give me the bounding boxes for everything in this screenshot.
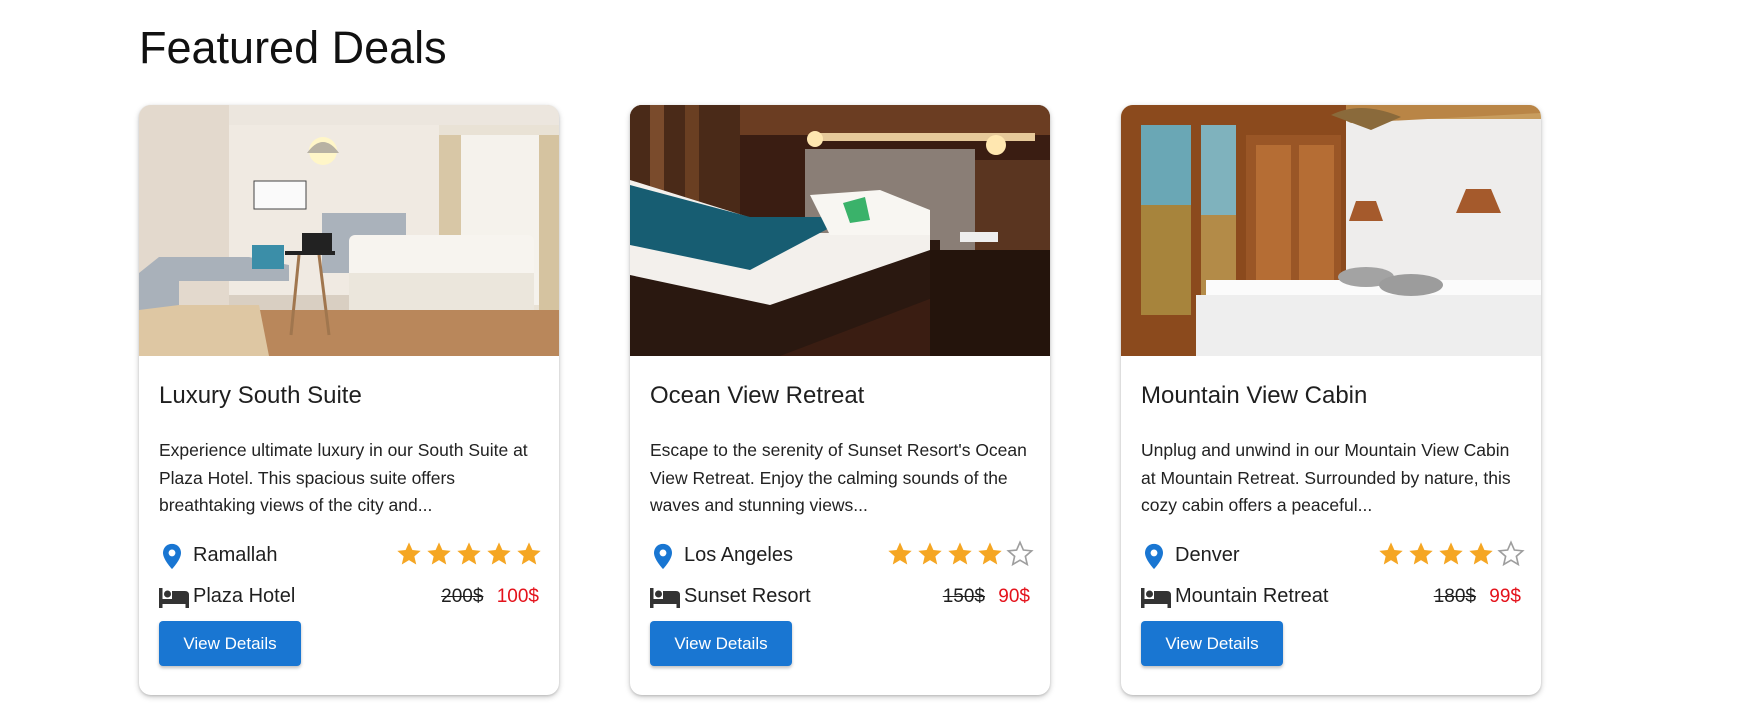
featured-deals-list: Luxury South Suite Experience ultimate l… (139, 105, 1541, 695)
star-filled-icon (1437, 540, 1465, 568)
price-group: 180$ 99$ (1434, 586, 1521, 608)
star-outline-icon (1006, 540, 1034, 568)
deal-description: Unplug and unwind in our Mountain View C… (1141, 440, 1511, 515)
star-rating (886, 540, 1034, 572)
deal-title[interactable]: Ocean View Retreat (650, 382, 864, 410)
view-details-button[interactable]: View Details (1141, 621, 1283, 666)
location-pin-icon (654, 543, 672, 570)
deal-image (630, 105, 1050, 356)
deal-title[interactable]: Mountain View Cabin (1141, 382, 1367, 410)
deal-description: Escape to the serenity of Sunset Resort'… (650, 440, 1027, 515)
deal-card: Ocean View Retreat Escape to the serenit… (630, 105, 1050, 695)
original-price: 150$ (942, 586, 986, 607)
location-label: Los Angeles (684, 544, 793, 566)
location-row: Ramallah (159, 540, 541, 572)
star-filled-icon (455, 540, 483, 568)
page-title: Featured Deals (139, 22, 447, 73)
location-row: Denver (1141, 540, 1525, 572)
star-outline-icon (1497, 540, 1525, 568)
hotel-row: Sunset Resort 150$ 90$ (650, 581, 1030, 611)
view-details-button[interactable]: View Details (159, 621, 301, 666)
original-price: 180$ (1433, 586, 1477, 607)
deal-description: Experience ultimate luxury in our South … (159, 440, 528, 515)
hotel-row: Mountain Retreat 180$ 99$ (1141, 581, 1521, 611)
star-filled-icon (1467, 540, 1495, 568)
location-label: Ramallah (193, 544, 278, 566)
view-details-button[interactable]: View Details (650, 621, 792, 666)
deal-image (139, 105, 559, 356)
star-filled-icon (395, 540, 423, 568)
star-filled-icon (425, 540, 453, 568)
star-filled-icon (515, 540, 543, 568)
bed-icon (650, 588, 680, 608)
original-price: 200$ (441, 586, 484, 607)
bed-icon (1141, 588, 1171, 608)
deal-image (1121, 105, 1541, 356)
star-filled-icon (1407, 540, 1435, 568)
bed-icon (159, 588, 189, 608)
star-filled-icon (946, 540, 974, 568)
sale-price: 99$ (1489, 586, 1521, 607)
location-pin-icon (163, 543, 181, 570)
location-label: Denver (1175, 544, 1240, 566)
price-group: 200$ 100$ (441, 586, 539, 608)
sale-price: 100$ (496, 586, 539, 607)
star-filled-icon (485, 540, 513, 568)
deal-card: Mountain View Cabin Unplug and unwind in… (1121, 105, 1541, 695)
star-rating (395, 540, 543, 572)
star-filled-icon (1377, 540, 1405, 568)
deal-card: Luxury South Suite Experience ultimate l… (139, 105, 559, 695)
price-group: 150$ 90$ (943, 586, 1030, 608)
location-pin-icon (1145, 543, 1163, 570)
hotel-row: Plaza Hotel 200$ 100$ (159, 581, 539, 611)
hotel-name: Plaza Hotel (193, 585, 296, 607)
star-filled-icon (976, 540, 1004, 568)
star-rating (1377, 540, 1525, 572)
hotel-name: Sunset Resort (684, 585, 811, 607)
hotel-name: Mountain Retreat (1175, 585, 1329, 607)
star-filled-icon (916, 540, 944, 568)
deal-title[interactable]: Luxury South Suite (159, 382, 362, 410)
star-filled-icon (886, 540, 914, 568)
sale-price: 90$ (998, 586, 1030, 607)
location-row: Los Angeles (650, 540, 1034, 572)
